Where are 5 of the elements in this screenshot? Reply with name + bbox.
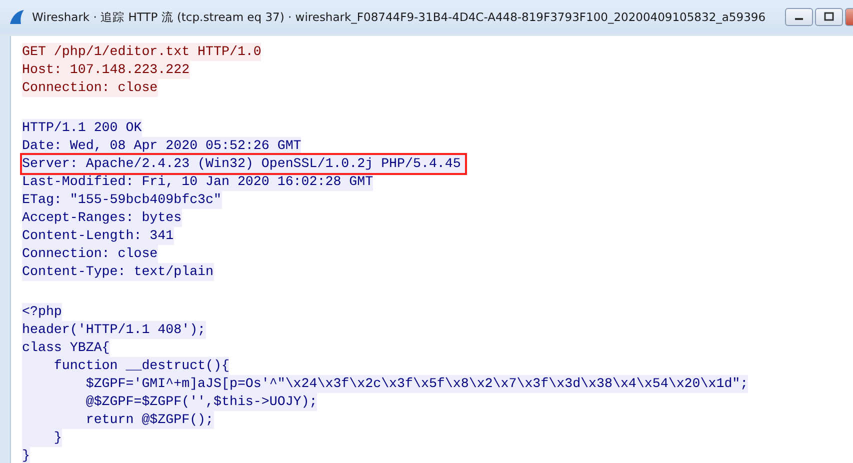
maximize-button[interactable] — [815, 8, 843, 26]
app-icon — [8, 8, 26, 26]
window-title: Wireshark · 追踪 HTTP 流 (tcp.stream eq 37) · wireshark_F08744F9-31B4-4D4C-A448-819F3793F100_20200409105832_a59396 — [32, 10, 766, 24]
minimize-button[interactable] — [785, 8, 813, 26]
maximize-icon — [824, 12, 834, 22]
